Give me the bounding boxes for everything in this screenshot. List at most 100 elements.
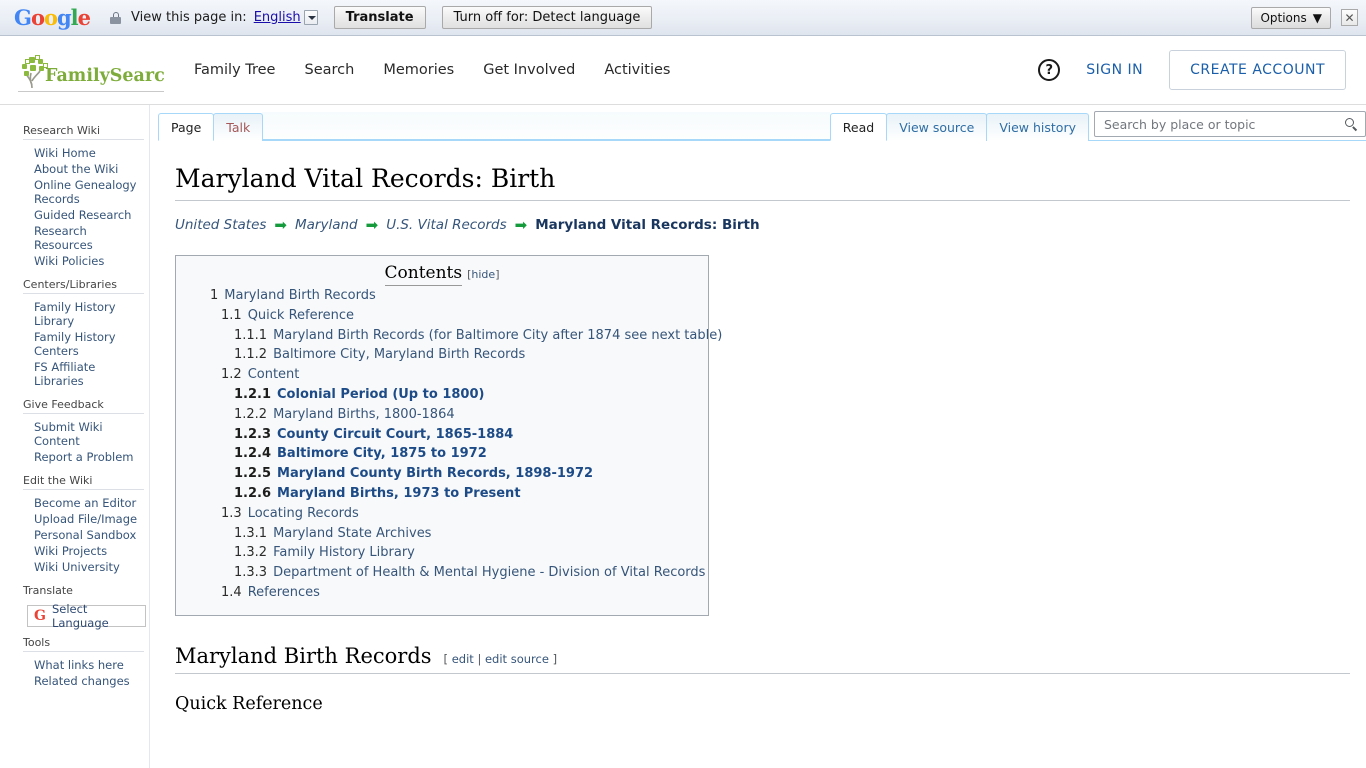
toc-item[interactable]: 1.1.2 Baltimore City, Maryland Birth Reco… <box>188 345 696 365</box>
toc-item[interactable]: 1 Maryland Birth Records <box>188 286 696 306</box>
view-tabs: Read View source View history <box>829 112 1089 141</box>
tab-view-history[interactable]: View history <box>986 113 1089 141</box>
toc-item[interactable]: 1.4 References <box>188 583 696 603</box>
select-language-dropdown[interactable]: G Select Language <box>27 602 146 630</box>
lock-icon <box>110 11 122 24</box>
toc-item-label[interactable]: Family History Library <box>273 545 415 560</box>
toc-item-label[interactable]: Quick Reference <box>248 308 354 323</box>
sidebar-item-submit-wiki-content[interactable]: Submit Wiki Content <box>23 419 144 449</box>
sidebar-item-fs-affiliate-libraries[interactable]: FS Affiliate Libraries <box>23 359 144 389</box>
toc-item-label[interactable]: Baltimore City, Maryland Birth Records <box>273 347 525 362</box>
toc-item-label[interactable]: Content <box>248 367 300 382</box>
close-icon[interactable]: ✕ <box>1341 9 1358 26</box>
toc-item-label[interactable]: Maryland County Birth Records, 1898-1972 <box>277 466 593 481</box>
toc-item[interactable]: 1.2.6 Maryland Births, 1973 to Present <box>188 484 696 504</box>
site-header: FamilySearch Family Tree Search Memories… <box>0 36 1366 105</box>
nav-item-get-involved[interactable]: Get Involved <box>483 62 575 78</box>
sidebar-item-wiki-policies[interactable]: Wiki Policies <box>23 253 144 269</box>
nav-item-family-tree[interactable]: Family Tree <box>194 62 275 78</box>
help-icon[interactable]: ? <box>1038 59 1061 81</box>
familysearch-logo[interactable]: FamilySearch <box>18 48 164 92</box>
toc-item[interactable]: 1.2.2 Maryland Births, 1800-1864 <box>188 405 696 425</box>
sign-in-link[interactable]: SIGN IN <box>1086 62 1143 78</box>
tab-page[interactable]: Page <box>158 113 215 141</box>
toc-item-label[interactable]: Maryland Birth Records (for Baltimore Ci… <box>273 328 722 343</box>
toc-item-label[interactable]: References <box>248 585 320 600</box>
translate-options-button[interactable]: Options ▼ <box>1251 6 1331 29</box>
edit-link[interactable]: edit <box>452 652 474 666</box>
translate-bar-right: Options ▼ ✕ <box>1251 6 1358 29</box>
toc-item-label[interactable]: Maryland State Archives <box>273 526 431 541</box>
toc-item-number: 1.1 <box>221 307 242 323</box>
translate-options-label: Options <box>1260 10 1307 25</box>
toc-item[interactable]: 1.1 Quick Reference <box>188 306 696 326</box>
sidebar-item-upload-file-image[interactable]: Upload File/Image <box>23 511 144 527</box>
toc-item[interactable]: 1.3 Locating Records <box>188 504 696 524</box>
toc-item[interactable]: 1.2.1 Colonial Period (Up to 1800) <box>188 385 696 405</box>
toc-item[interactable]: 1.2.3 County Circuit Court, 1865-1884 <box>188 425 696 445</box>
sidebar-item-personal-sandbox[interactable]: Personal Sandbox <box>23 527 144 543</box>
sidebar-item-family-history-centers[interactable]: Family History Centers <box>23 329 144 359</box>
toc-item-label[interactable]: Maryland Births, 1800-1864 <box>273 407 455 422</box>
toc-item[interactable]: 1.1.1 Maryland Birth Records (for Baltimo… <box>188 326 722 346</box>
toc-bracket-close: ] <box>495 268 500 281</box>
breadcrumb-item-current: Maryland Vital Records: Birth <box>535 217 760 233</box>
google-logo: Google <box>14 5 91 30</box>
toc-item-label[interactable]: Locating Records <box>248 506 359 521</box>
toc-item-label[interactable]: Department of Health & Mental Hygiene - … <box>273 565 705 580</box>
edit-source-link[interactable]: edit source <box>485 652 549 666</box>
edit-bracket-close: ] <box>552 651 558 666</box>
toc-header: Contents [hide] <box>188 263 696 286</box>
sidebar-item-about-the-wiki[interactable]: About the Wiki <box>23 161 144 177</box>
breadcrumb-item-united-states[interactable]: United States <box>175 217 266 233</box>
translate-button[interactable]: Translate <box>333 6 426 29</box>
toc-item-label[interactable]: County Circuit Court, 1865-1884 <box>277 427 513 442</box>
translate-language-link[interactable]: English <box>254 10 301 25</box>
nav-item-search[interactable]: Search <box>304 62 354 78</box>
toc-hide-toggle[interactable]: [hide] <box>467 268 499 281</box>
toc-item[interactable]: 1.3.1 Maryland State Archives <box>188 524 696 544</box>
search-input[interactable] <box>1102 115 1345 133</box>
section-heading-row: Maryland Birth Records [ edit | edit sou… <box>175 644 1350 674</box>
sidebar-item-research-resources[interactable]: Research Resources <box>23 223 144 253</box>
tab-view-source[interactable]: View source <box>886 113 988 141</box>
article-body: Maryland Vital Records: Birth United Sta… <box>150 164 1366 714</box>
toc-item-label[interactable]: Maryland Birth Records <box>224 288 375 303</box>
page-title: Maryland Vital Records: Birth <box>175 164 1350 201</box>
toc-item-label[interactable]: Baltimore City, 1875 to 1972 <box>277 446 487 461</box>
toc-item[interactable]: 1.2.5 Maryland County Birth Records, 1898… <box>188 464 696 484</box>
primary-nav: Family Tree Search Memories Get Involved… <box>194 62 670 78</box>
toc-item[interactable]: 1.2 Content <box>188 365 696 385</box>
sidebar-item-guided-research[interactable]: Guided Research <box>23 207 144 223</box>
sidebar-item-wiki-home[interactable]: Wiki Home <box>23 145 144 161</box>
sidebar-item-family-history-library[interactable]: Family History Library <box>23 299 144 329</box>
sidebar-item-wiki-university[interactable]: Wiki University <box>23 559 144 575</box>
toc-item[interactable]: 1.3.2 Family History Library <box>188 543 696 563</box>
toc-item[interactable]: 1.2.4 Baltimore City, 1875 to 1972 <box>188 444 696 464</box>
chevron-down-icon[interactable] <box>303 10 318 25</box>
create-account-button[interactable]: CREATE ACCOUNT <box>1169 50 1346 90</box>
google-g-icon: G <box>34 608 46 624</box>
breadcrumb-item-maryland[interactable]: Maryland <box>295 217 358 233</box>
sidebar-item-online-genealogy-records[interactable]: Online Genealogy Records <box>23 177 144 207</box>
breadcrumb-item-us-vital-records[interactable]: U.S. Vital Records <box>386 217 506 233</box>
toc-item[interactable]: 1.3.3 Department of Health & Mental Hygie… <box>188 563 705 583</box>
sidebar-item-report-a-problem[interactable]: Report a Problem <box>23 449 144 465</box>
search-icon[interactable] <box>1345 117 1358 131</box>
toc-item-label[interactable]: Colonial Period (Up to 1800) <box>277 387 484 402</box>
toc-item-label[interactable]: Maryland Births, 1973 to Present <box>277 486 521 501</box>
sidebar-item-wiki-projects[interactable]: Wiki Projects <box>23 543 144 559</box>
sidebar-group-tools: What links here Related changes <box>23 651 144 689</box>
sidebar-item-related-changes[interactable]: Related changes <box>23 673 144 689</box>
edit-separator: | <box>477 651 482 666</box>
sidebar-group-title-tools: Tools <box>23 636 51 649</box>
tab-read[interactable]: Read <box>829 113 888 141</box>
wiki-search-box[interactable] <box>1094 111 1366 137</box>
sidebar-item-become-an-editor[interactable]: Become an Editor <box>23 495 144 511</box>
sidebar-group-title-translate: Translate <box>23 584 73 597</box>
nav-item-memories[interactable]: Memories <box>383 62 454 78</box>
turn-off-translate-button[interactable]: Turn off for: Detect language <box>441 6 653 29</box>
sidebar-item-what-links-here[interactable]: What links here <box>23 657 144 673</box>
tab-talk[interactable]: Talk <box>213 113 264 141</box>
nav-item-activities[interactable]: Activities <box>604 62 670 78</box>
